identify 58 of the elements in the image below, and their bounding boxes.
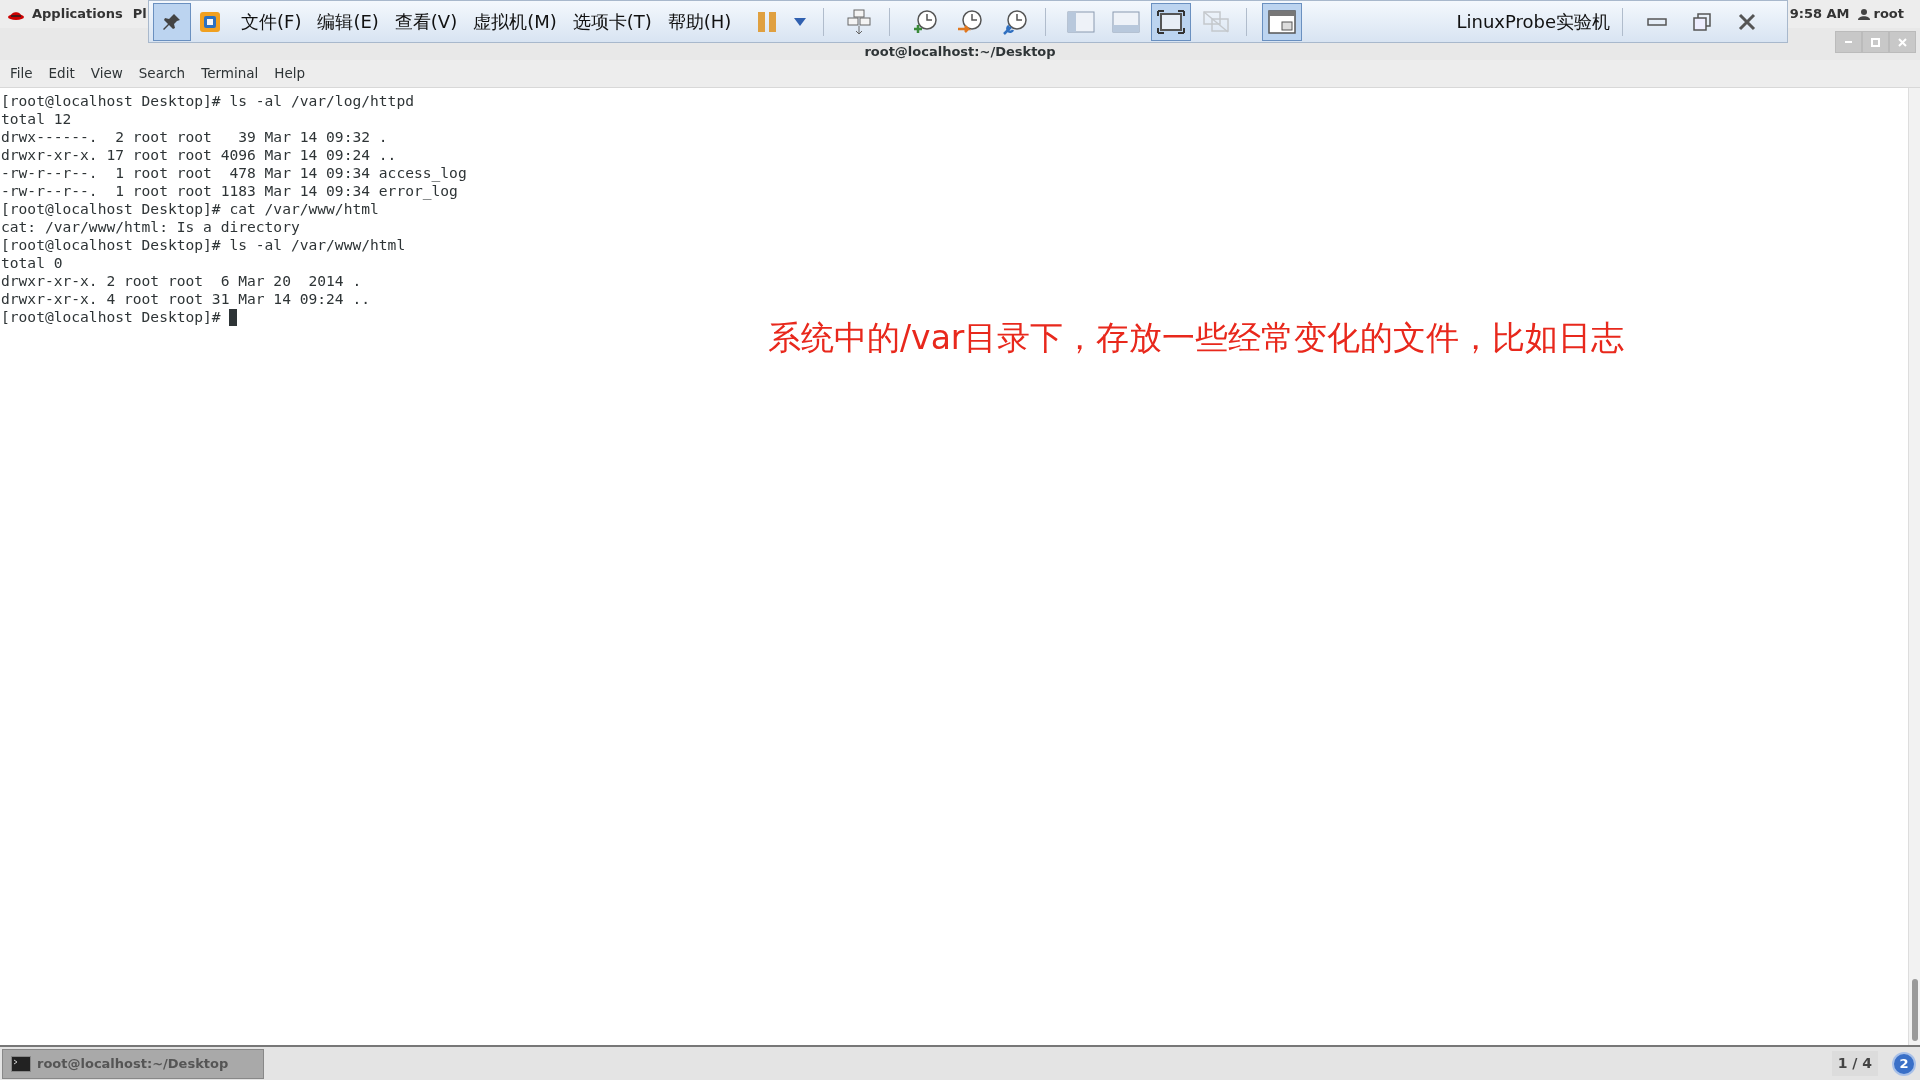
vm-title: LinuxProbe实验机 (1456, 10, 1610, 34)
unity-windows-icon (1202, 9, 1231, 34)
scrollbar-thumb[interactable] (1911, 979, 1918, 1041)
terminal-line: [root@localhost Desktop]# ls -al /var/www/html (1, 236, 406, 254)
terminal-line: [root@localhost Desktop]# ls -al /var/log/httpd (1, 92, 414, 110)
window-thumbnail-icon (1268, 9, 1297, 34)
terminal-line: drwxr-xr-x. 4 root root 31 Mar 14 09:24 .. (1, 290, 371, 308)
scrollbar[interactable] (1908, 88, 1920, 1045)
places-menu[interactable]: Pl (132, 4, 147, 24)
terminal-line: total 0 (1, 254, 63, 272)
clock-plus-icon (911, 7, 940, 36)
vm-menu-item[interactable]: 文件(F) (233, 8, 310, 35)
window-title: root@localhost:~/Desktop (864, 44, 1056, 59)
workspace-indicator[interactable]: 1 / 4 (1831, 1051, 1878, 1076)
menu-item[interactable]: Edit (40, 63, 83, 84)
menu-item[interactable]: View (82, 63, 131, 84)
minimize-icon (1845, 41, 1852, 43)
menu-item[interactable]: Terminal (193, 63, 267, 84)
terminal-line: cat: /var/www/html: Is a directory (1, 218, 300, 236)
caret-icon (794, 17, 807, 26)
menu-item[interactable]: Help (266, 63, 314, 84)
vm-menu-item[interactable]: 查看(V) (386, 8, 466, 35)
user-menu[interactable]: root (1873, 4, 1904, 24)
pause-icon (756, 9, 779, 34)
console-layout-icon (1112, 10, 1141, 33)
vm-menu-item[interactable]: 帮助(H) (659, 8, 740, 35)
clock-wrench-icon (1001, 7, 1030, 36)
terminal-line: drwxr-xr-x. 2 root root 6 Mar 20 2014 . (1, 272, 362, 290)
terminal-line: -rw-r--r--. 1 root root 1183 Mar 14 09:34 error_log (1, 182, 458, 200)
notification-badge[interactable]: 2 (1892, 1051, 1916, 1076)
terminal-line: drwxr-xr-x. 17 root root 4096 Mar 14 09:24 .. (1, 146, 397, 164)
restore-icon (1693, 12, 1711, 31)
terminal-line: [root@localhost Desktop]# cat /var/www/html (1, 200, 379, 218)
terminal-line: drwx------. 2 root root 39 Mar 14 09:32 . (1, 128, 388, 146)
clock[interactable]: 9:58 AM (1789, 4, 1850, 24)
fullscreen-button[interactable] (1151, 2, 1192, 41)
pin-icon (162, 11, 182, 32)
close-icon (1738, 12, 1756, 31)
terminal-icon (11, 1055, 31, 1072)
close-icon (1898, 37, 1907, 47)
terminal-line: -rw-r--r--. 1 root root 478 Mar 14 09:34 access_log (1, 164, 467, 182)
terminal-line: total 12 (1, 110, 72, 128)
minimize-icon (1647, 17, 1667, 26)
keyboard-keys-icon (846, 7, 873, 36)
applications-menu[interactable]: Applications (32, 4, 123, 24)
sidebar-layout-icon (1067, 10, 1096, 33)
terminal-line: [root@localhost Desktop]# (1, 308, 222, 326)
vm-menu-item[interactable]: 选项卡(T) (564, 8, 660, 35)
user-icon (1857, 8, 1870, 20)
thumbnail-button[interactable] (1262, 2, 1303, 41)
vm-menu-item[interactable]: 虚拟机(M) (465, 8, 565, 35)
maximize-icon (1871, 37, 1880, 47)
app-logo-icon (199, 10, 221, 33)
pin-button[interactable] (153, 2, 191, 41)
menu-item[interactable]: Search (130, 63, 194, 84)
annotation-text: 系统中的/var目录下，存放一些经常变化的文件，比如日志 (768, 317, 1625, 359)
vm-menu-item[interactable]: 编辑(E) (309, 8, 387, 35)
menu-item[interactable]: File (2, 63, 41, 84)
